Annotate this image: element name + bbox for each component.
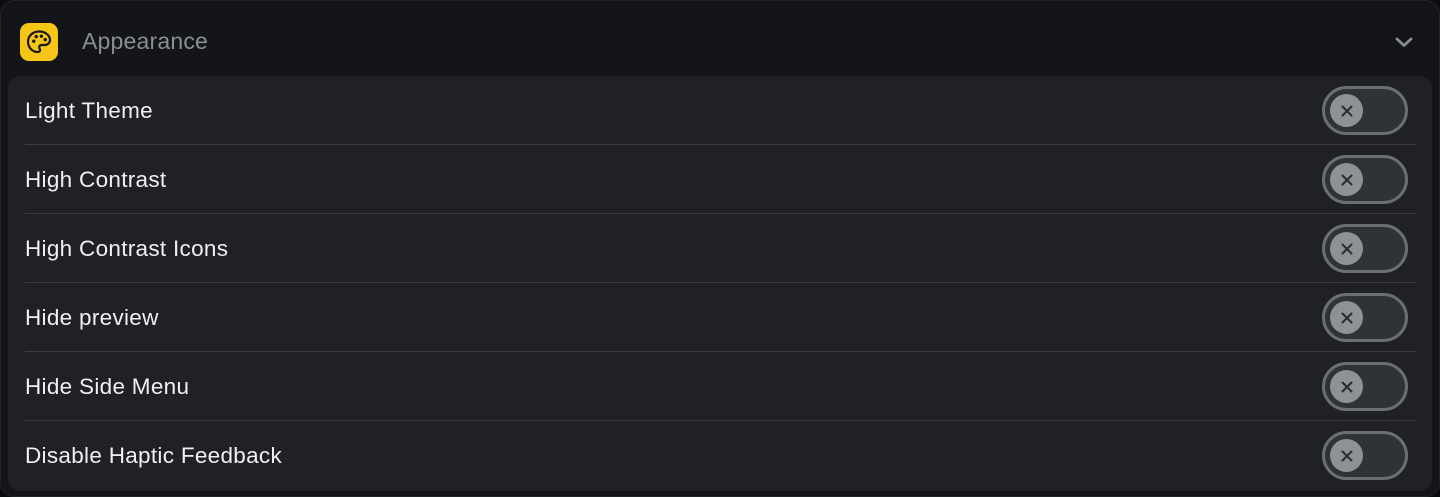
- appearance-panel: Appearance Light Theme High Contrast Hig…: [0, 0, 1440, 497]
- setting-row-high-contrast-icons: High Contrast Icons: [8, 214, 1432, 283]
- toggle-knob: [1330, 94, 1363, 127]
- toggle-knob: [1330, 301, 1363, 334]
- setting-row-disable-haptic-feedback: Disable Haptic Feedback: [8, 421, 1432, 490]
- setting-label: High Contrast: [25, 167, 167, 192]
- setting-label: Hide Side Menu: [25, 374, 190, 399]
- close-icon: [1341, 243, 1352, 254]
- setting-label: High Contrast Icons: [25, 236, 229, 261]
- hide-preview-toggle[interactable]: [1322, 293, 1408, 342]
- close-icon: [1341, 381, 1352, 392]
- appearance-section-header[interactable]: Appearance: [1, 1, 1439, 76]
- close-icon: [1341, 105, 1352, 116]
- close-icon: [1341, 450, 1352, 461]
- palette-icon: [20, 23, 58, 61]
- setting-row-light-theme: Light Theme: [8, 76, 1432, 145]
- section-title: Appearance: [82, 28, 209, 54]
- toggle-knob: [1330, 439, 1363, 472]
- close-icon: [1341, 312, 1352, 323]
- toggle-knob: [1330, 232, 1363, 265]
- toggle-knob: [1330, 163, 1363, 196]
- close-icon: [1341, 174, 1352, 185]
- hide-side-menu-toggle[interactable]: [1322, 362, 1408, 411]
- setting-label: Disable Haptic Feedback: [25, 443, 283, 468]
- chevron-down-icon[interactable]: [1391, 31, 1417, 53]
- settings-list: Light Theme High Contrast High Contrast …: [8, 76, 1432, 491]
- disable-haptic-feedback-toggle[interactable]: [1322, 431, 1408, 480]
- high-contrast-icons-toggle[interactable]: [1322, 224, 1408, 273]
- high-contrast-toggle[interactable]: [1322, 155, 1408, 204]
- toggle-knob: [1330, 370, 1363, 403]
- setting-row-hide-side-menu: Hide Side Menu: [8, 352, 1432, 421]
- setting-label: Light Theme: [25, 98, 153, 123]
- light-theme-toggle[interactable]: [1322, 86, 1408, 135]
- setting-label: Hide preview: [25, 305, 159, 330]
- setting-row-high-contrast: High Contrast: [8, 145, 1432, 214]
- setting-row-hide-preview: Hide preview: [8, 283, 1432, 352]
